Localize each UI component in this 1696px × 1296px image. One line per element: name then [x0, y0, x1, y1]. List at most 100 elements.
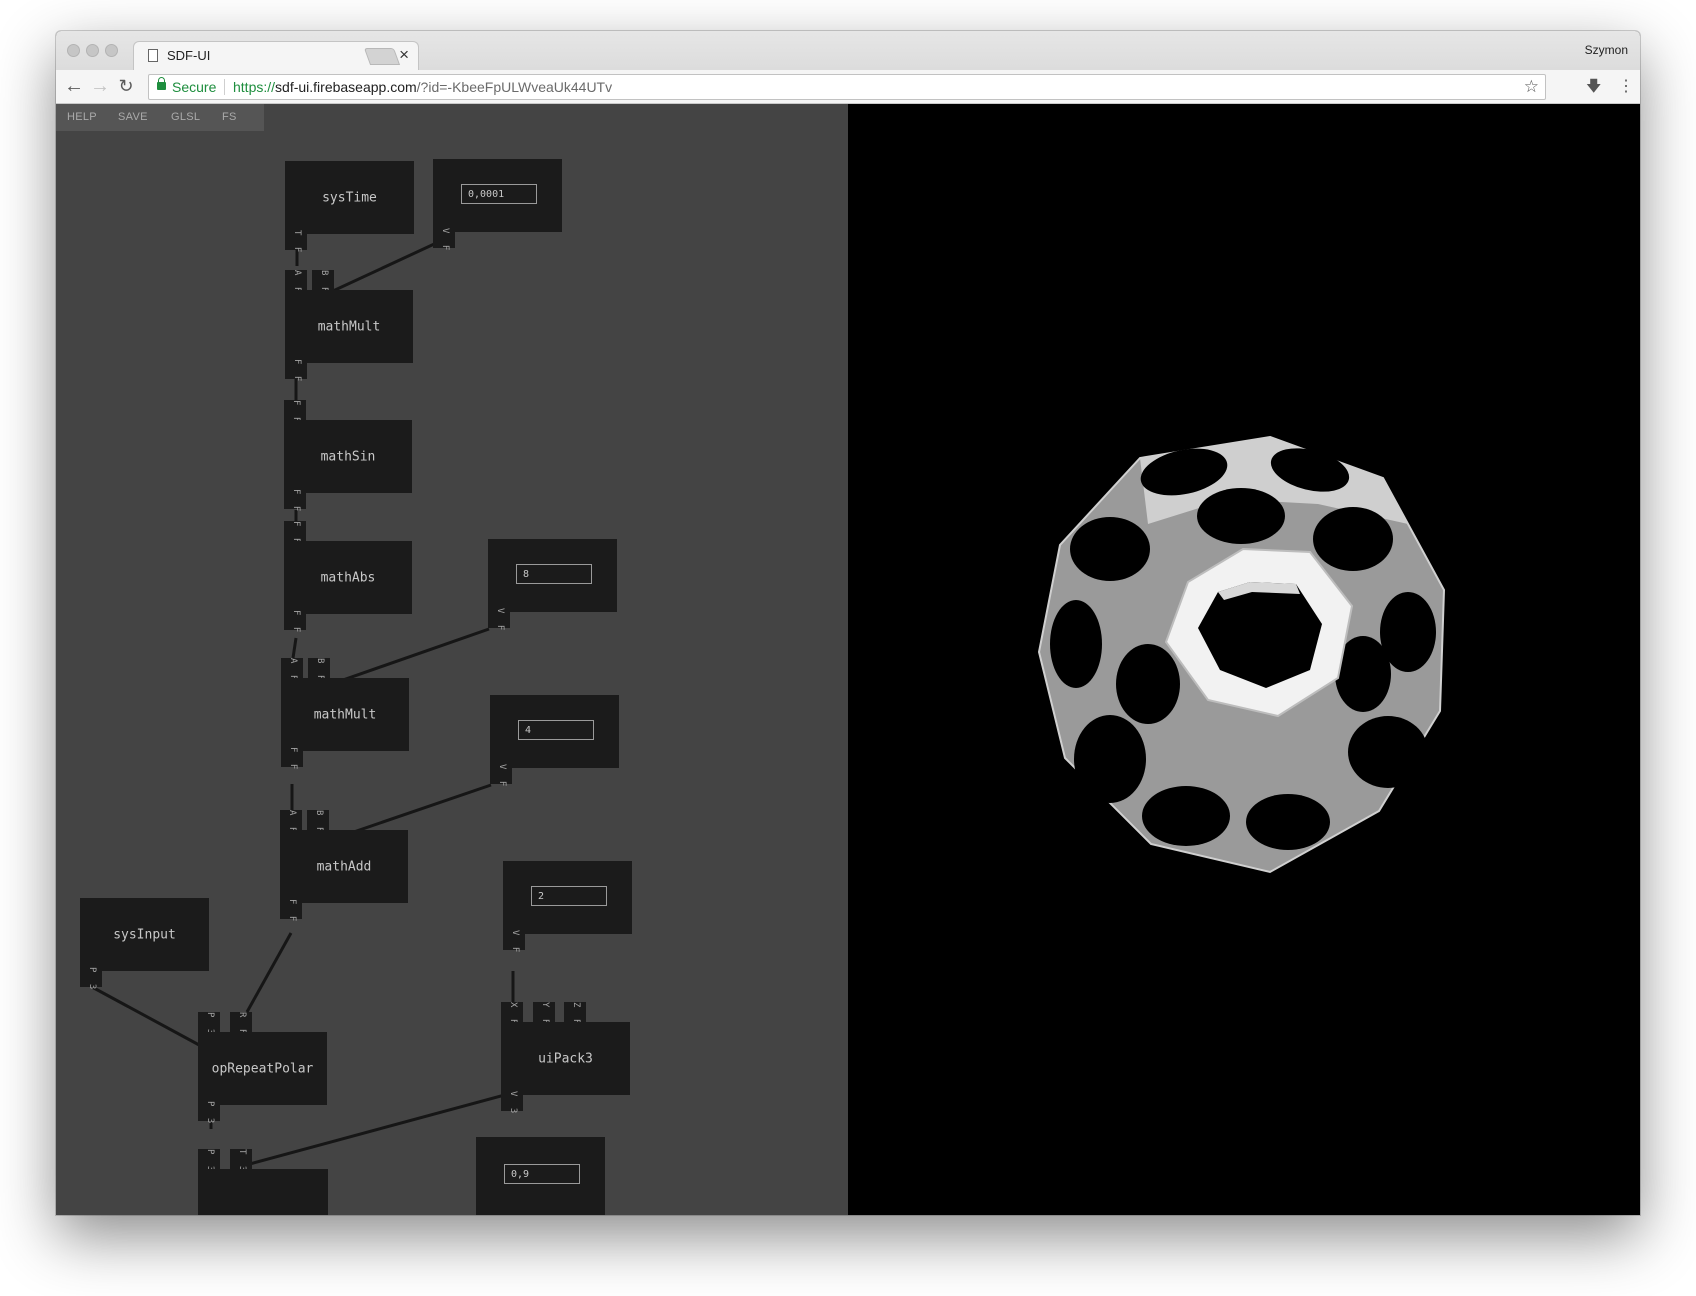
node-wires	[91, 237, 515, 1167]
node-value-1[interactable]	[433, 159, 562, 232]
port-label: V F	[510, 930, 520, 956]
glsl-button[interactable]: GLSL	[171, 111, 200, 123]
node-value-2[interactable]	[488, 539, 617, 612]
port-value-1-out[interactable]: V F	[433, 228, 455, 253]
port-label: F F	[287, 899, 297, 925]
node-title: uiPack3	[538, 1051, 593, 1066]
node-uipack3[interactable]: uiPack3	[501, 1022, 630, 1095]
new-tab-button[interactable]	[363, 48, 401, 65]
node-title: mathAdd	[316, 859, 372, 874]
port-abs-in[interactable]: F F	[284, 521, 306, 546]
port-label: P 3	[205, 1101, 215, 1127]
port-mult1-a[interactable]: A F	[285, 270, 307, 295]
node-value-5[interactable]	[476, 1137, 605, 1215]
address-bar[interactable]: Secure https://sdf-ui.firebaseapp.com/?i…	[148, 74, 1546, 100]
node-title: opRepeatPolar	[211, 1061, 314, 1076]
port-add-b[interactable]: B F	[307, 810, 329, 835]
port-value-3-out[interactable]: V F	[490, 764, 512, 789]
page-content: HELP SAVE GLSL FS sysTime T F V F A F B …	[56, 104, 1640, 1215]
tab-title: SDF-UI	[167, 48, 211, 63]
port-abs-out[interactable]: F F	[284, 610, 306, 635]
port-value-4-out[interactable]: V F	[503, 930, 525, 955]
lock-icon	[157, 77, 166, 90]
wire-abs-mult2	[291, 637, 298, 659]
port-pack-out[interactable]: V 3	[501, 1091, 523, 1116]
node-bottom-partial[interactable]	[198, 1169, 328, 1215]
node-sysinput[interactable]: sysInput	[80, 898, 209, 971]
document-icon	[148, 49, 158, 62]
port-repeat-r[interactable]: R F	[230, 1012, 252, 1037]
node-mathsin[interactable]: mathSin	[284, 420, 412, 493]
zoom-window-button[interactable]	[105, 44, 118, 57]
port-value-2-out[interactable]: V F	[488, 608, 510, 633]
node-title: mathMult	[317, 319, 381, 334]
node-value-4[interactable]	[503, 861, 632, 934]
node-title: sysTime	[322, 190, 377, 205]
port-repeat-out[interactable]: P 3	[198, 1101, 220, 1126]
more-menu-icon[interactable]: ⋮	[1618, 75, 1634, 99]
tab-close-icon[interactable]: ×	[399, 45, 409, 65]
port-mult2-out[interactable]: F F	[281, 747, 303, 772]
sdf-shape	[1037, 435, 1446, 874]
port-systime-out[interactable]: T F	[285, 230, 307, 255]
port-sin-in[interactable]: F F	[284, 400, 306, 425]
minimize-window-button[interactable]	[86, 44, 99, 57]
title-bar: SDF-UI × Szymon	[56, 31, 1640, 70]
port-sysinput-out[interactable]: P 3	[80, 967, 102, 992]
help-button[interactable]: HELP	[67, 111, 97, 123]
port-label: V 3	[508, 1091, 518, 1117]
port-bottom-t[interactable]: T 3	[230, 1149, 252, 1174]
port-label: F F	[292, 359, 302, 385]
node-mathadd[interactable]: mathAdd	[280, 830, 408, 903]
port-sin-out[interactable]: F F	[284, 489, 306, 514]
port-label: V F	[495, 608, 505, 634]
port-repeat-p[interactable]: P 3	[198, 1012, 220, 1037]
port-mult1-b[interactable]: B F	[312, 270, 334, 295]
node-title: sysInput	[113, 927, 176, 942]
port-add-out[interactable]: F F	[280, 899, 302, 924]
port-label: T F	[292, 230, 302, 256]
port-mult2-a[interactable]: A F	[281, 658, 303, 683]
node-editor[interactable]: HELP SAVE GLSL FS sysTime T F V F A F B …	[56, 104, 848, 1215]
port-mult1-out[interactable]: F F	[285, 359, 307, 384]
port-bottom-p[interactable]: P 3	[198, 1149, 220, 1174]
node-systime[interactable]: sysTime	[285, 161, 414, 234]
port-pack-y[interactable]: Y F	[533, 1002, 555, 1027]
port-label: F F	[291, 489, 301, 515]
sdf-render-canvas	[1037, 435, 1446, 874]
value-input-3[interactable]	[518, 720, 594, 740]
reload-icon[interactable]: ↻	[114, 74, 138, 98]
secure-label: Secure	[172, 79, 217, 95]
profile-name[interactable]: Szymon	[1585, 43, 1628, 57]
port-mult2-b[interactable]: B F	[308, 658, 330, 683]
node-mathabs[interactable]: mathAbs	[284, 541, 412, 614]
port-label: P 3	[87, 967, 97, 993]
forward-arrow-icon[interactable]: →	[88, 74, 112, 98]
value-input-1[interactable]	[461, 184, 537, 204]
close-window-button[interactable]	[67, 44, 80, 57]
back-arrow-icon[interactable]: ←	[62, 74, 86, 98]
address-divider	[224, 79, 225, 95]
value-input-2[interactable]	[516, 564, 592, 584]
port-add-a[interactable]: A F	[280, 810, 302, 835]
port-pack-x[interactable]: X F	[501, 1002, 523, 1027]
fs-button[interactable]: FS	[222, 111, 237, 123]
download-icon[interactable]: 🡇	[1586, 75, 1601, 99]
value-input-5[interactable]	[504, 1164, 580, 1184]
url-text[interactable]: https://sdf-ui.firebaseapp.com/?id=-Kbee…	[233, 79, 612, 95]
bookmark-star-icon[interactable]: ☆	[1524, 75, 1539, 99]
url-scheme: https://	[233, 79, 276, 95]
node-mathmult-1[interactable]: mathMult	[285, 290, 413, 363]
value-input-4[interactable]	[531, 886, 607, 906]
node-title: mathSin	[320, 449, 376, 464]
render-viewport[interactable]	[848, 104, 1640, 1215]
port-label: V F	[497, 764, 507, 790]
port-label: F F	[291, 610, 301, 636]
node-value-3[interactable]	[490, 695, 619, 768]
url-host: sdf-ui.firebaseapp.com	[275, 79, 417, 95]
port-pack-z[interactable]: Z F	[564, 1002, 586, 1027]
node-title: mathMult	[313, 707, 377, 722]
node-mathmult-2[interactable]: mathMult	[281, 678, 409, 751]
save-button[interactable]: SAVE	[118, 111, 148, 123]
node-oprepeatpolar[interactable]: opRepeatPolar	[198, 1032, 327, 1105]
